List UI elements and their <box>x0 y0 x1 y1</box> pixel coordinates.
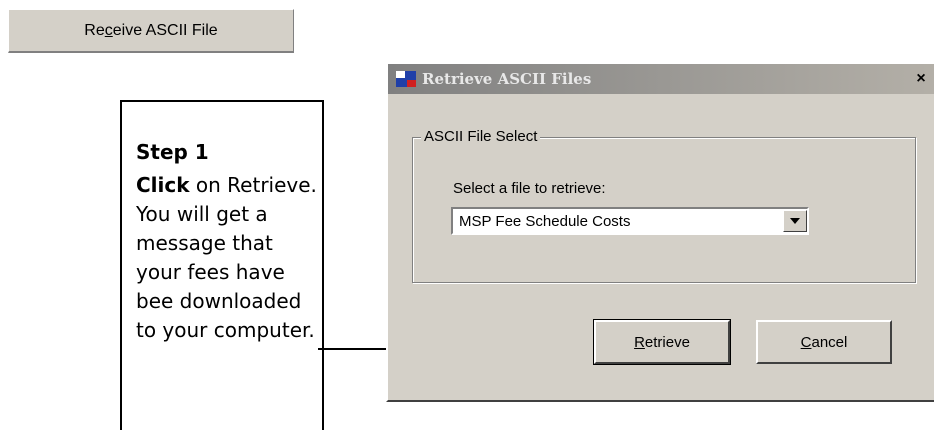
dialog-title: Retrieve ASCII Files <box>422 70 592 88</box>
close-button[interactable]: × <box>910 69 932 89</box>
retrieve-rest: etrieve <box>644 333 690 351</box>
receive-label-accel: c <box>104 21 113 39</box>
retrieve-accel: R <box>634 333 645 351</box>
ascii-file-select-group: ASCII File Select Select a file to retri… <box>412 128 916 283</box>
step-bold-word: Click <box>136 173 190 197</box>
retrieve-button[interactable]: Retrieve <box>593 319 731 365</box>
step-title: Step 1 <box>136 140 209 164</box>
receive-label-post: eive ASCII File <box>112 21 218 39</box>
cancel-accel: C <box>800 333 812 351</box>
cancel-rest: ancel <box>811 333 848 351</box>
select-file-label: Select a file to retrieve: <box>453 180 606 197</box>
step-text: Click on Retrieve. You will get a messag… <box>136 171 322 345</box>
file-select-value: MSP Fee Schedule Costs <box>459 212 631 230</box>
group-legend: ASCII File Select <box>421 128 541 145</box>
cancel-button[interactable]: Cancel <box>756 320 892 364</box>
dropdown-arrow-icon[interactable] <box>783 210 807 232</box>
receive-label-pre: Re <box>84 21 105 39</box>
receive-ascii-file-button[interactable]: Re c eive ASCII File <box>8 9 294 53</box>
retrieve-ascii-dialog: Retrieve ASCII Files × ASCII File Select… <box>386 62 934 402</box>
app-icon <box>396 71 416 87</box>
step-callout: Step 1 Click on Retrieve. You will get a… <box>120 100 324 430</box>
step-body: on Retrieve. You will get a message that… <box>136 173 317 342</box>
dialog-titlebar[interactable]: Retrieve ASCII Files × <box>388 64 934 94</box>
file-select-dropdown[interactable]: MSP Fee Schedule Costs <box>451 207 809 235</box>
